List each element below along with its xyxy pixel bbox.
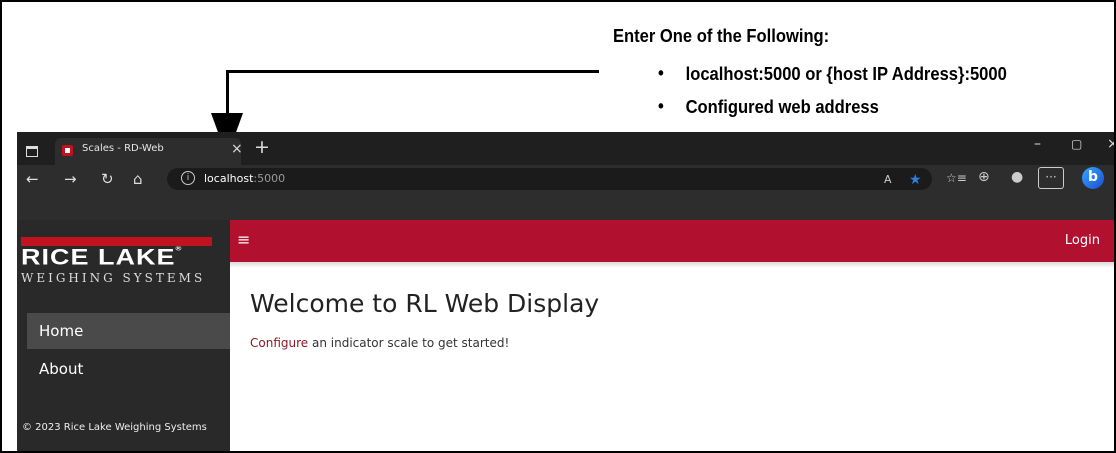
back-arrow-icon[interactable]: ← xyxy=(26,170,39,188)
more-icon[interactable]: ··· xyxy=(1038,167,1064,189)
browser-tab[interactable]: Scales - RD-Web × xyxy=(55,138,243,165)
intro-rest: an indicator scale to get started! xyxy=(308,336,510,350)
main-content: Welcome to RL Web Display Configure an i… xyxy=(230,262,1114,451)
close-icon[interactable]: × xyxy=(231,141,243,157)
browser-window: Scales - RD-Web × + – ▢ × ← → ↻ ⌂ i loca… xyxy=(17,132,1114,451)
brand-tagline: WEIGHING SYSTEMS xyxy=(21,271,206,285)
forward-arrow-icon[interactable]: → xyxy=(64,170,77,188)
address-bar: ← → ↻ ⌂ i localhost:5000 A ★ ☆≡ ⊕ ● ··· … xyxy=(17,165,1114,193)
window-close-icon[interactable]: × xyxy=(1107,136,1114,152)
url-input[interactable]: i localhost:5000 A ★ xyxy=(167,168,932,190)
callout-leader-line xyxy=(226,70,599,73)
tab-actions-icon[interactable] xyxy=(26,142,40,157)
callout-leader-line xyxy=(226,70,229,115)
login-link[interactable]: Login xyxy=(1065,233,1100,248)
site-favicon xyxy=(62,145,73,156)
topbar-shadow xyxy=(230,262,1114,268)
favorites-icon[interactable]: ☆≡ xyxy=(946,171,967,185)
sidebar: RICE LAKE® WEIGHING SYSTEMS Home About ©… xyxy=(17,220,230,451)
minimize-icon[interactable]: – xyxy=(1034,136,1041,152)
brand-logo: RICE LAKE® xyxy=(21,245,183,270)
hamburger-icon[interactable]: ≡ xyxy=(237,230,250,249)
callout-bullet-list: localhost:5000 or {host IP Address}:5000… xyxy=(658,63,1037,130)
plus-icon[interactable]: + xyxy=(254,136,270,158)
refresh-icon[interactable]: ↻ xyxy=(101,170,114,188)
profile-icon[interactable]: ● xyxy=(1011,169,1023,185)
maximize-icon[interactable]: ▢ xyxy=(1071,137,1082,151)
collections-icon[interactable]: ⊕ xyxy=(978,169,990,185)
url-text: localhost:5000 xyxy=(204,172,286,185)
app-topbar: ≡ Login xyxy=(230,220,1114,262)
configure-link[interactable]: Configure xyxy=(250,336,308,350)
info-icon[interactable]: i xyxy=(181,171,195,185)
intro-text: Configure an indicator scale to get star… xyxy=(250,336,509,350)
sidebar-item-about[interactable]: About xyxy=(27,351,230,387)
callout-title: Enter One of the Following: xyxy=(613,26,830,46)
tab-title: Scales - RD-Web xyxy=(82,143,164,154)
sidebar-footer: © 2023 Rice Lake Weighing Systems xyxy=(22,422,207,433)
bookmarks-bar xyxy=(17,193,1114,221)
read-aloud-icon[interactable]: A xyxy=(884,173,892,186)
copilot-icon[interactable]: b xyxy=(1082,167,1104,189)
callout-bullet: Configured web address xyxy=(658,96,1007,130)
star-icon[interactable]: ★ xyxy=(909,172,922,188)
callout-bullet: localhost:5000 or {host IP Address}:5000 xyxy=(658,63,1007,97)
tab-bar: Scales - RD-Web × + – ▢ × xyxy=(17,132,1114,165)
page-title: Welcome to RL Web Display xyxy=(250,289,600,318)
home-icon[interactable]: ⌂ xyxy=(133,170,143,188)
sidebar-item-home[interactable]: Home xyxy=(27,313,230,349)
screenshot-frame: Enter One of the Following: localhost:50… xyxy=(0,0,1116,453)
